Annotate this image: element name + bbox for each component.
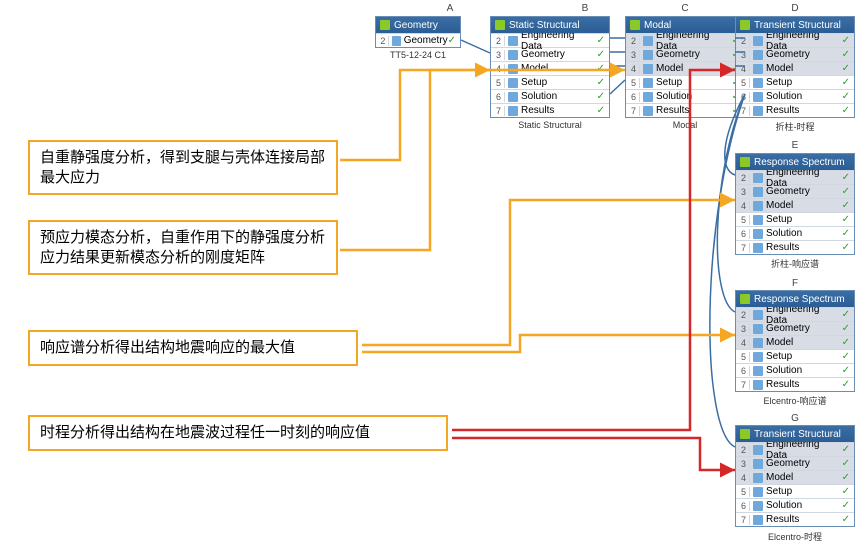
cell-model[interactable]: 4Model✓	[736, 470, 854, 484]
cell-geometry[interactable]: 3Geometry✓	[736, 321, 854, 335]
cell-setup[interactable]: 5Setup✓	[736, 484, 854, 498]
col-letter-e: E	[735, 140, 855, 151]
system-modal[interactable]: Modal 2Engineering Data✓ 3Geometry✓ 4Mod…	[625, 16, 745, 118]
check-icon: ✓	[842, 472, 852, 483]
check-icon: ✓	[597, 77, 607, 88]
cell-geometry[interactable]: 3Geometry✓	[626, 47, 744, 61]
check-icon: ✓	[842, 35, 852, 46]
cell-results[interactable]: 7Results✓	[736, 240, 854, 254]
col-letter-g: G	[735, 413, 855, 424]
col-letter-a: A	[390, 3, 510, 14]
check-icon: ✓	[842, 200, 852, 211]
system-header: Transient Structural	[736, 426, 854, 442]
cell-results[interactable]: 7Results✓	[491, 103, 609, 117]
system-transient-d[interactable]: Transient Structural 2Engineering Data✓ …	[735, 16, 855, 118]
system-header: Geometry	[376, 17, 460, 33]
cell-geometry[interactable]: 3Geometry✓	[736, 184, 854, 198]
cell-geometry[interactable]: 3Geometry✓	[736, 47, 854, 61]
cell-results[interactable]: 7Results✓	[626, 103, 744, 117]
check-icon: ✓	[842, 186, 852, 197]
cell-model[interactable]: 4Model✓	[491, 61, 609, 75]
annotation-modal: 预应力模态分析，自重作用下的静强度分析应力结果更新模态分析的刚度矩阵	[28, 220, 338, 275]
system-header: Response Spectrum	[736, 154, 854, 170]
cell-setup[interactable]: 5Setup✓	[736, 212, 854, 226]
cell-model[interactable]: 4Model✓	[736, 198, 854, 212]
check-icon: ✓	[842, 458, 852, 469]
annotation-response-spectrum: 响应谱分析得出结构地震响应的最大值	[28, 330, 358, 366]
check-icon: ✓	[842, 228, 852, 239]
system-static-structural[interactable]: Static Structural 2Engineering Data✓ 3Ge…	[490, 16, 610, 118]
cell-solution[interactable]: 6Solution✓	[736, 498, 854, 512]
system-header: Response Spectrum	[736, 291, 854, 307]
annotation-transient: 时程分析得出结构在地震波过程任一时刻的响应值	[28, 415, 448, 451]
caption-c: Modal	[625, 120, 745, 130]
cell-geometry[interactable]: 3Geometry✓	[736, 456, 854, 470]
col-letter-d: D	[735, 3, 855, 14]
check-icon: ✓	[842, 365, 852, 376]
cell-solution[interactable]: 6Solution✓	[491, 89, 609, 103]
cell-engineering-data[interactable]: 2Engineering Data✓	[626, 33, 744, 47]
cell-solution[interactable]: 6Solution✓	[626, 89, 744, 103]
caption-d: 折柱-时程	[735, 120, 855, 133]
cell-setup[interactable]: 5Setup✓	[626, 75, 744, 89]
check-icon: ✓	[842, 351, 852, 362]
cell-solution[interactable]: 6Solution✓	[736, 363, 854, 377]
cell-engineering-data[interactable]: 2Engineering Data✓	[736, 33, 854, 47]
check-icon: ✓	[842, 337, 852, 348]
check-icon: ✓	[842, 323, 852, 334]
check-icon: ✓	[842, 500, 852, 511]
cell-model[interactable]: 4Model✓	[736, 61, 854, 75]
caption-b: Static Structural	[490, 120, 610, 130]
cell-geometry[interactable]: 3Geometry✓	[491, 47, 609, 61]
cell-results[interactable]: 7Results✓	[736, 512, 854, 526]
check-icon: ✓	[842, 77, 852, 88]
cell-results[interactable]: 7Results✓	[736, 377, 854, 391]
cell-engineering-data[interactable]: 2Engineering Data✓	[491, 33, 609, 47]
check-icon: ✓	[842, 49, 852, 60]
check-icon: ✓	[842, 514, 852, 525]
check-icon: ✓	[597, 105, 607, 116]
cell-solution[interactable]: 6Solution✓	[736, 89, 854, 103]
cell-setup[interactable]: 5Setup✓	[491, 75, 609, 89]
check-icon: ✓	[842, 63, 852, 74]
check-icon: ✓	[842, 444, 852, 455]
cell-setup[interactable]: 5Setup✓	[736, 349, 854, 363]
cell-engineering-data[interactable]: 2Engineering Data✓	[736, 442, 854, 456]
check-icon: ✓	[597, 49, 607, 60]
caption-f: Elcentro-响应谱	[735, 394, 855, 407]
annotation-static: 自重静强度分析，得到支腿与壳体连接局部最大应力	[28, 140, 338, 195]
check-icon: ✓	[842, 242, 852, 253]
col-letter-c: C	[625, 3, 745, 14]
check-icon: ✓	[597, 63, 607, 74]
system-response-f[interactable]: Response Spectrum 2Engineering Data✓ 3Ge…	[735, 290, 855, 392]
cell-results[interactable]: 7Results✓	[736, 103, 854, 117]
check-icon: ✓	[842, 486, 852, 497]
cell-model[interactable]: 4Model✓	[736, 335, 854, 349]
system-response-e[interactable]: Response Spectrum 2Engineering Data✓ 3Ge…	[735, 153, 855, 255]
cell-engineering-data[interactable]: 2Engineering Data✓	[736, 307, 854, 321]
cell-setup[interactable]: 5Setup✓	[736, 75, 854, 89]
system-header: Static Structural	[491, 17, 609, 33]
check-icon: ✓	[842, 105, 852, 116]
cell-engineering-data[interactable]: 2Engineering Data✓	[736, 170, 854, 184]
check-icon: ✓	[842, 172, 852, 183]
cell-solution[interactable]: 6Solution✓	[736, 226, 854, 240]
cell-model[interactable]: 4Model✓	[626, 61, 744, 75]
check-icon: ✓	[842, 214, 852, 225]
check-icon: ✓	[842, 309, 852, 320]
check-icon: ✓	[597, 35, 607, 46]
check-icon: ✓	[597, 91, 607, 102]
cell-geometry[interactable]: 2Geometry✓	[376, 33, 460, 47]
system-header: Transient Structural	[736, 17, 854, 33]
check-icon: ✓	[842, 379, 852, 390]
system-header: Modal	[626, 17, 744, 33]
system-geometry[interactable]: Geometry 2Geometry✓	[375, 16, 461, 48]
col-letter-f: F	[735, 278, 855, 289]
caption-g: Elcentro-时程	[735, 530, 855, 543]
caption-e: 折柱-响应谱	[735, 257, 855, 270]
check-icon: ✓	[448, 35, 458, 46]
check-icon: ✓	[842, 91, 852, 102]
caption-a: TT5-12-24 C1	[358, 50, 478, 60]
system-transient-g[interactable]: Transient Structural 2Engineering Data✓ …	[735, 425, 855, 527]
